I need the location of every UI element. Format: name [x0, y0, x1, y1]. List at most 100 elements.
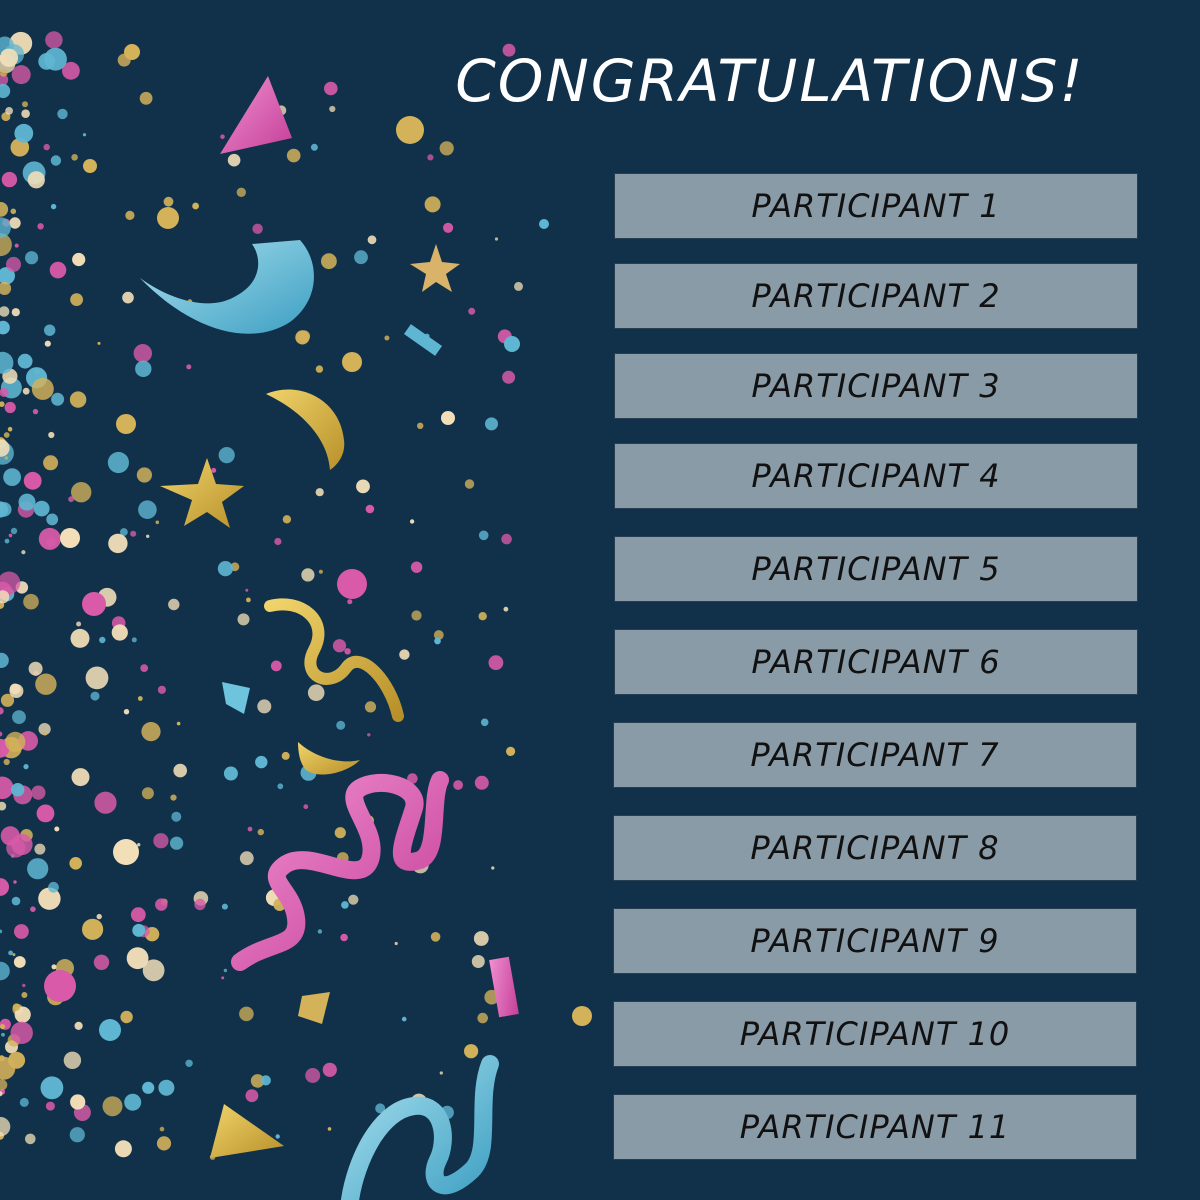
confetti-dot	[194, 898, 206, 911]
confetti-dot	[217, 561, 233, 577]
confetti-dot	[336, 720, 346, 730]
confetti-dot	[69, 1127, 85, 1143]
confetti-dot	[0, 401, 5, 407]
confetti-dot	[23, 471, 42, 490]
confetti-dot	[25, 1133, 36, 1145]
confetti-dot	[102, 1096, 123, 1117]
confetti-dot	[0, 878, 9, 896]
confetti-dot	[1, 1032, 5, 1037]
confetti-dot	[0, 202, 9, 217]
confetti-dot	[365, 504, 375, 514]
confetti-dot	[157, 207, 179, 229]
gold-ribbon-confetti	[264, 598, 404, 722]
confetti-dot	[344, 648, 351, 655]
confetti-dot	[427, 154, 434, 161]
confetti-dot	[155, 898, 168, 911]
confetti-dot	[13, 880, 17, 884]
confetti-dot	[354, 250, 368, 265]
confetti-dot	[140, 664, 149, 672]
confetti-dot	[44, 324, 56, 336]
confetti-dot	[90, 691, 100, 701]
confetti-dot	[142, 959, 165, 982]
page-title: CONGRATULATIONS!	[455, 47, 1085, 115]
confetti-dot	[0, 320, 10, 335]
confetti-dot	[96, 913, 102, 920]
confetti-dot	[0, 707, 4, 715]
confetti-dot	[10, 1021, 33, 1044]
confetti-dot	[135, 360, 152, 377]
confetti-dot	[10, 208, 17, 215]
participant-box: PARTICIPANT 10	[613, 1001, 1137, 1067]
confetti-dot	[295, 330, 310, 345]
confetti-dot	[245, 1089, 259, 1103]
confetti-dot	[17, 353, 33, 369]
confetti-dot	[305, 1068, 321, 1083]
confetti-dot	[93, 954, 110, 970]
confetti-dot	[247, 826, 253, 832]
confetti-dot	[23, 764, 29, 770]
confetti-dot	[0, 1117, 11, 1137]
confetti-dot	[6, 838, 26, 858]
confetti-dot	[13, 956, 26, 968]
confetti-dot	[424, 196, 441, 213]
confetti-dot	[468, 307, 476, 315]
participant-box: PARTICIPANT 8	[613, 815, 1137, 881]
confetti-dot	[307, 684, 325, 701]
confetti-dot	[491, 866, 495, 870]
confetti-dot	[275, 1134, 280, 1139]
confetti-dot	[3, 758, 10, 766]
confetti-dot	[473, 931, 489, 946]
confetti-dot	[33, 500, 50, 517]
confetti-dot	[364, 701, 377, 713]
confetti-dot	[99, 1019, 121, 1041]
confetti-dot	[246, 597, 251, 603]
confetti-dot	[0, 731, 3, 737]
confetti-dot	[315, 488, 324, 497]
confetti-dot	[7, 426, 13, 432]
confetti-dot	[82, 918, 104, 940]
confetti-dot	[83, 159, 97, 173]
confetti-dot	[85, 666, 109, 690]
confetti-dot	[286, 148, 301, 163]
confetti-dot	[186, 364, 192, 370]
confetti-dot	[14, 243, 19, 248]
confetti-dot	[223, 766, 238, 781]
confetti-dot	[192, 202, 200, 210]
confetti-dot	[82, 592, 106, 616]
confetti-dot	[50, 155, 62, 166]
confetti-dot	[220, 134, 225, 139]
confetti-dot	[122, 291, 134, 304]
confetti-dot	[477, 1012, 489, 1024]
confetti-dot	[399, 649, 410, 660]
confetti-dot	[474, 775, 489, 790]
gold-star-confetti-large	[160, 458, 244, 528]
confetti-dot	[21, 550, 26, 555]
gold-diamond-confetti	[298, 992, 330, 1024]
confetti-dot	[396, 116, 424, 144]
blue-ribbon-confetti-2	[341, 1055, 499, 1200]
participant-box: PARTICIPANT 11	[613, 1094, 1137, 1160]
confetti-dot	[5, 731, 26, 753]
participant-box: PARTICIPANT 1	[614, 173, 1138, 239]
participant-box: PARTICIPANT 6	[614, 629, 1138, 695]
blue-strip-confetti	[403, 324, 443, 356]
confetti-dot	[494, 237, 499, 241]
confetti-dot	[367, 235, 377, 245]
confetti-dot	[441, 411, 455, 425]
confetti-dot	[48, 431, 55, 439]
confetti-dot	[21, 992, 28, 998]
confetti-dot	[478, 530, 489, 541]
confetti-dot	[155, 520, 160, 525]
confetti-dot	[159, 1126, 165, 1132]
confetti-dot	[0, 1024, 6, 1030]
gold-triangle-confetti	[210, 1104, 284, 1158]
congratulations-card: CONGRATULATIONS! PARTICIPANT 1 PARTICIPA…	[0, 0, 1200, 1200]
confetti-dot	[0, 929, 3, 934]
confetti-dot	[170, 836, 184, 850]
confetti-dot	[0, 801, 7, 811]
confetti-dot	[430, 932, 441, 942]
confetti-dot	[37, 223, 44, 230]
participant-box: PARTICIPANT 2	[614, 263, 1138, 329]
confetti-dot	[301, 568, 315, 582]
confetti-dot	[282, 515, 292, 524]
